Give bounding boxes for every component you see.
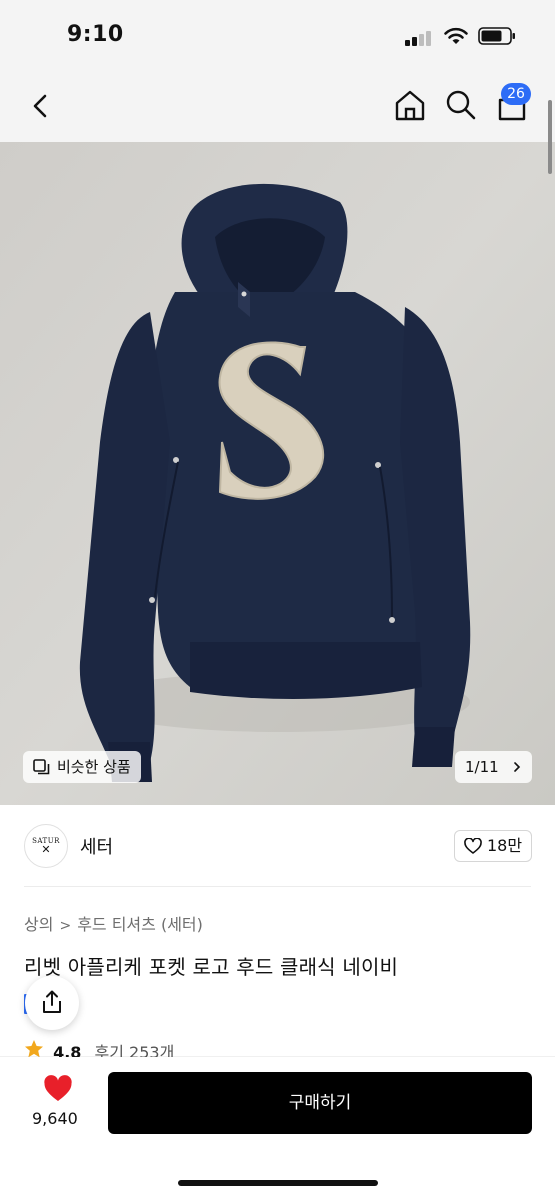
- breadcrumb: 상의 > 후드 티셔츠 (세터): [24, 911, 203, 935]
- home-icon[interactable]: [394, 88, 426, 122]
- similar-icon: [33, 759, 50, 775]
- top-nav: [0, 70, 555, 142]
- product-title: 리벳 아플리케 포켓 로고 후드 클래식 네이비: [24, 955, 399, 979]
- signal-icon: [405, 30, 433, 46]
- share-icon: [43, 990, 61, 1013]
- star-icon: [25, 1040, 43, 1058]
- share-button[interactable]: [25, 976, 79, 1030]
- search-icon[interactable]: [445, 88, 477, 122]
- breadcrumb-category[interactable]: 상의: [24, 911, 53, 935]
- hoodie-illustration: [0, 142, 555, 805]
- similar-products-label: 비슷한 상품: [57, 758, 131, 776]
- buy-button[interactable]: 구매하기: [108, 1072, 532, 1134]
- similar-products-button[interactable]: 비슷한 상품: [23, 751, 141, 783]
- cart-count-badge: 26: [501, 83, 531, 105]
- brand-logo-mark: ✕: [41, 843, 51, 856]
- status-time: 9:10: [67, 22, 124, 47]
- wifi-icon: [444, 27, 468, 44]
- brand-name[interactable]: 세터: [80, 833, 113, 859]
- battery-icon: [478, 27, 515, 45]
- brand-logo[interactable]: SATUR ✕: [24, 824, 68, 868]
- image-pager-text: 1/11: [465, 758, 499, 776]
- back-icon[interactable]: [26, 89, 56, 123]
- breadcrumb-separator: >: [59, 918, 72, 934]
- heart-outline-icon: [464, 838, 482, 854]
- favorite-count: 9,640: [32, 1109, 78, 1128]
- heart-filled-icon[interactable]: [43, 1075, 73, 1103]
- scroll-indicator[interactable]: [548, 100, 552, 174]
- brand-like-button[interactable]: 18만: [454, 830, 532, 862]
- product-image[interactable]: [0, 142, 555, 805]
- image-pager[interactable]: 1/11: [455, 751, 532, 783]
- breadcrumb-subcategory[interactable]: 후드 티셔츠 (세터): [77, 911, 203, 935]
- divider: [24, 886, 531, 887]
- brand-like-count: 18만: [487, 836, 523, 855]
- chevron-right-icon: [514, 762, 521, 772]
- home-indicator[interactable]: [178, 1180, 378, 1186]
- status-bar: 9:10: [0, 0, 555, 70]
